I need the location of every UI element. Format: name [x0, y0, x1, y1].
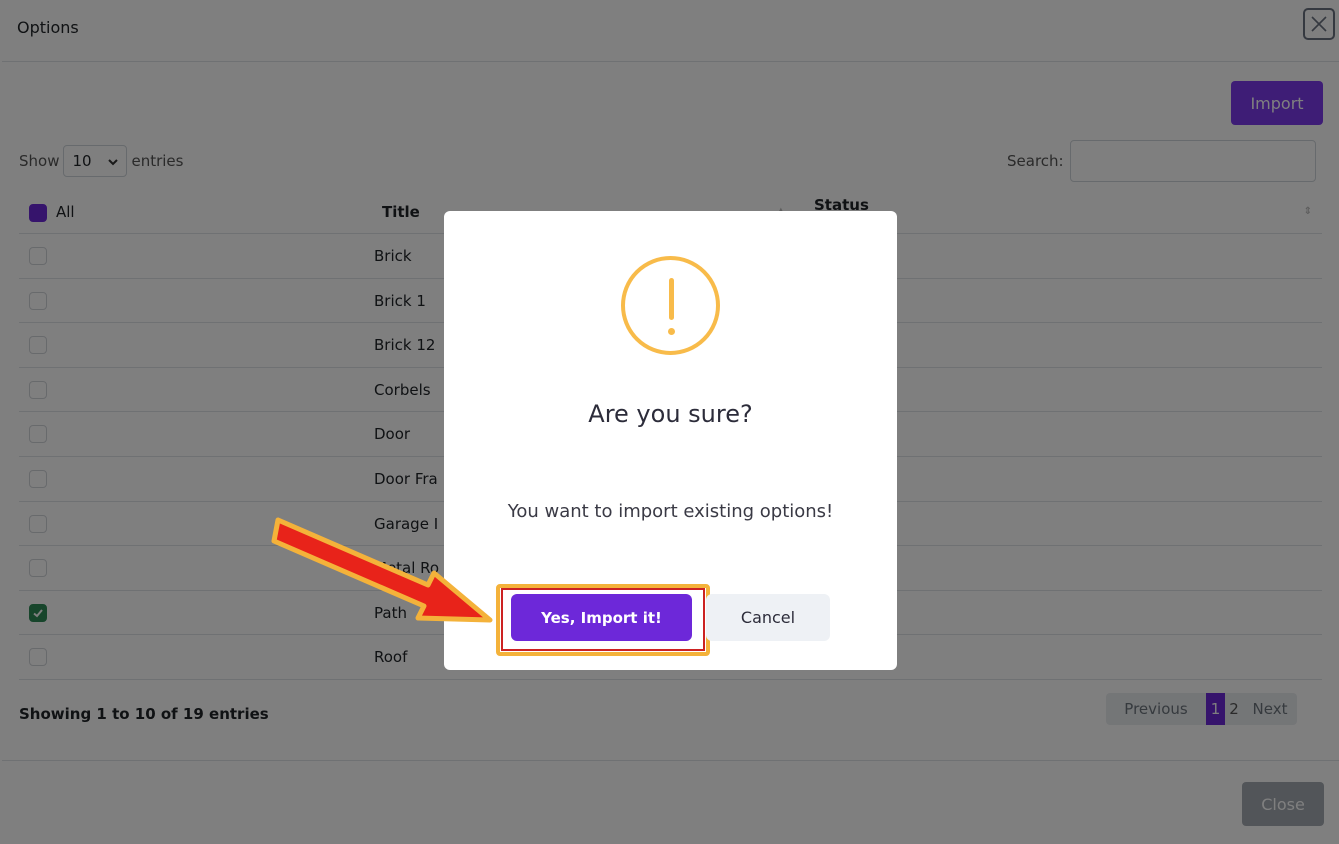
pointer-arrow-icon — [271, 517, 493, 623]
dialog-title: Are you sure? — [588, 400, 753, 428]
warning-icon — [621, 256, 720, 355]
dialog-text: You want to import existing options! — [507, 501, 834, 522]
confirm-import-button[interactable]: Yes, Import it! — [511, 594, 692, 641]
cancel-button[interactable]: Cancel — [706, 594, 830, 641]
confirm-dialog: Are you sure? You want to import existin… — [444, 211, 897, 670]
